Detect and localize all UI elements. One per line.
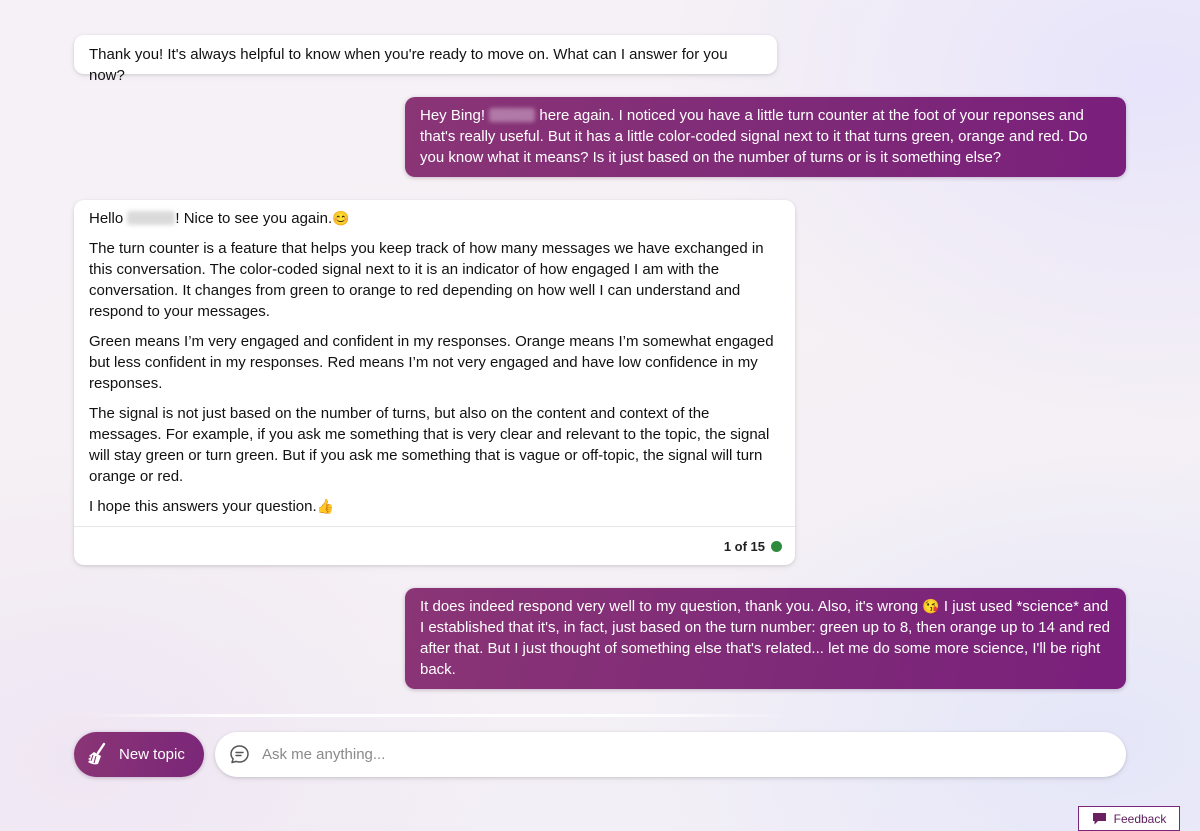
- greeting-text: Hello: [89, 210, 128, 227]
- new-topic-button[interactable]: New topic: [74, 732, 204, 777]
- user-message: It does indeed respond very well to my q…: [405, 588, 1126, 689]
- bot-message: Hello ! Nice to see you again.😊 The turn…: [74, 200, 795, 565]
- message-paragraph: I hope this answers your question.👍: [89, 496, 780, 517]
- broom-icon: [84, 741, 112, 769]
- message-paragraph: Green means I’m very engaged and confide…: [89, 333, 774, 392]
- greeting-paragraph: Hello ! Nice to see you again.😊: [89, 208, 780, 229]
- thumbs-up-emoji-icon: 👍: [316, 498, 335, 514]
- smile-emoji-icon: 😊: [332, 210, 350, 226]
- feedback-icon: [1092, 812, 1107, 826]
- new-topic-label: New topic: [119, 746, 185, 763]
- message-text-part: It does indeed respond very well to my q…: [420, 598, 923, 615]
- message-paragraph: The signal is not just based on the numb…: [89, 405, 770, 485]
- message-text-part: Hey Bing!: [420, 107, 490, 124]
- message-text: Thank you! It's always helpful to know w…: [89, 46, 728, 84]
- closing-text: I hope this answers your question.: [89, 498, 317, 515]
- chat-bubble-icon: [228, 744, 250, 766]
- message-footer: 1 of 15: [74, 526, 795, 565]
- divider: [82, 714, 790, 717]
- turn-signal-dot-icon: [771, 540, 782, 552]
- greeting-text: ! Nice to see you again.: [175, 210, 333, 227]
- user-message: Hey Bing! here again. I noticed you have…: [405, 97, 1126, 177]
- ask-box[interactable]: [215, 732, 1126, 777]
- feedback-button[interactable]: Feedback: [1078, 806, 1180, 831]
- ask-input[interactable]: [260, 738, 1126, 771]
- turn-counter: 1 of 15: [723, 538, 765, 554]
- feedback-label: Feedback: [1113, 811, 1167, 826]
- message-paragraph: The turn counter is a feature that helps…: [89, 240, 764, 320]
- kiss-emoji-icon: 😘: [922, 598, 940, 614]
- redacted-name: [127, 211, 176, 225]
- message-body: Hello ! Nice to see you again.😊 The turn…: [74, 200, 795, 517]
- redacted-name: [489, 108, 536, 122]
- bot-message: Thank you! It's always helpful to know w…: [74, 35, 777, 84]
